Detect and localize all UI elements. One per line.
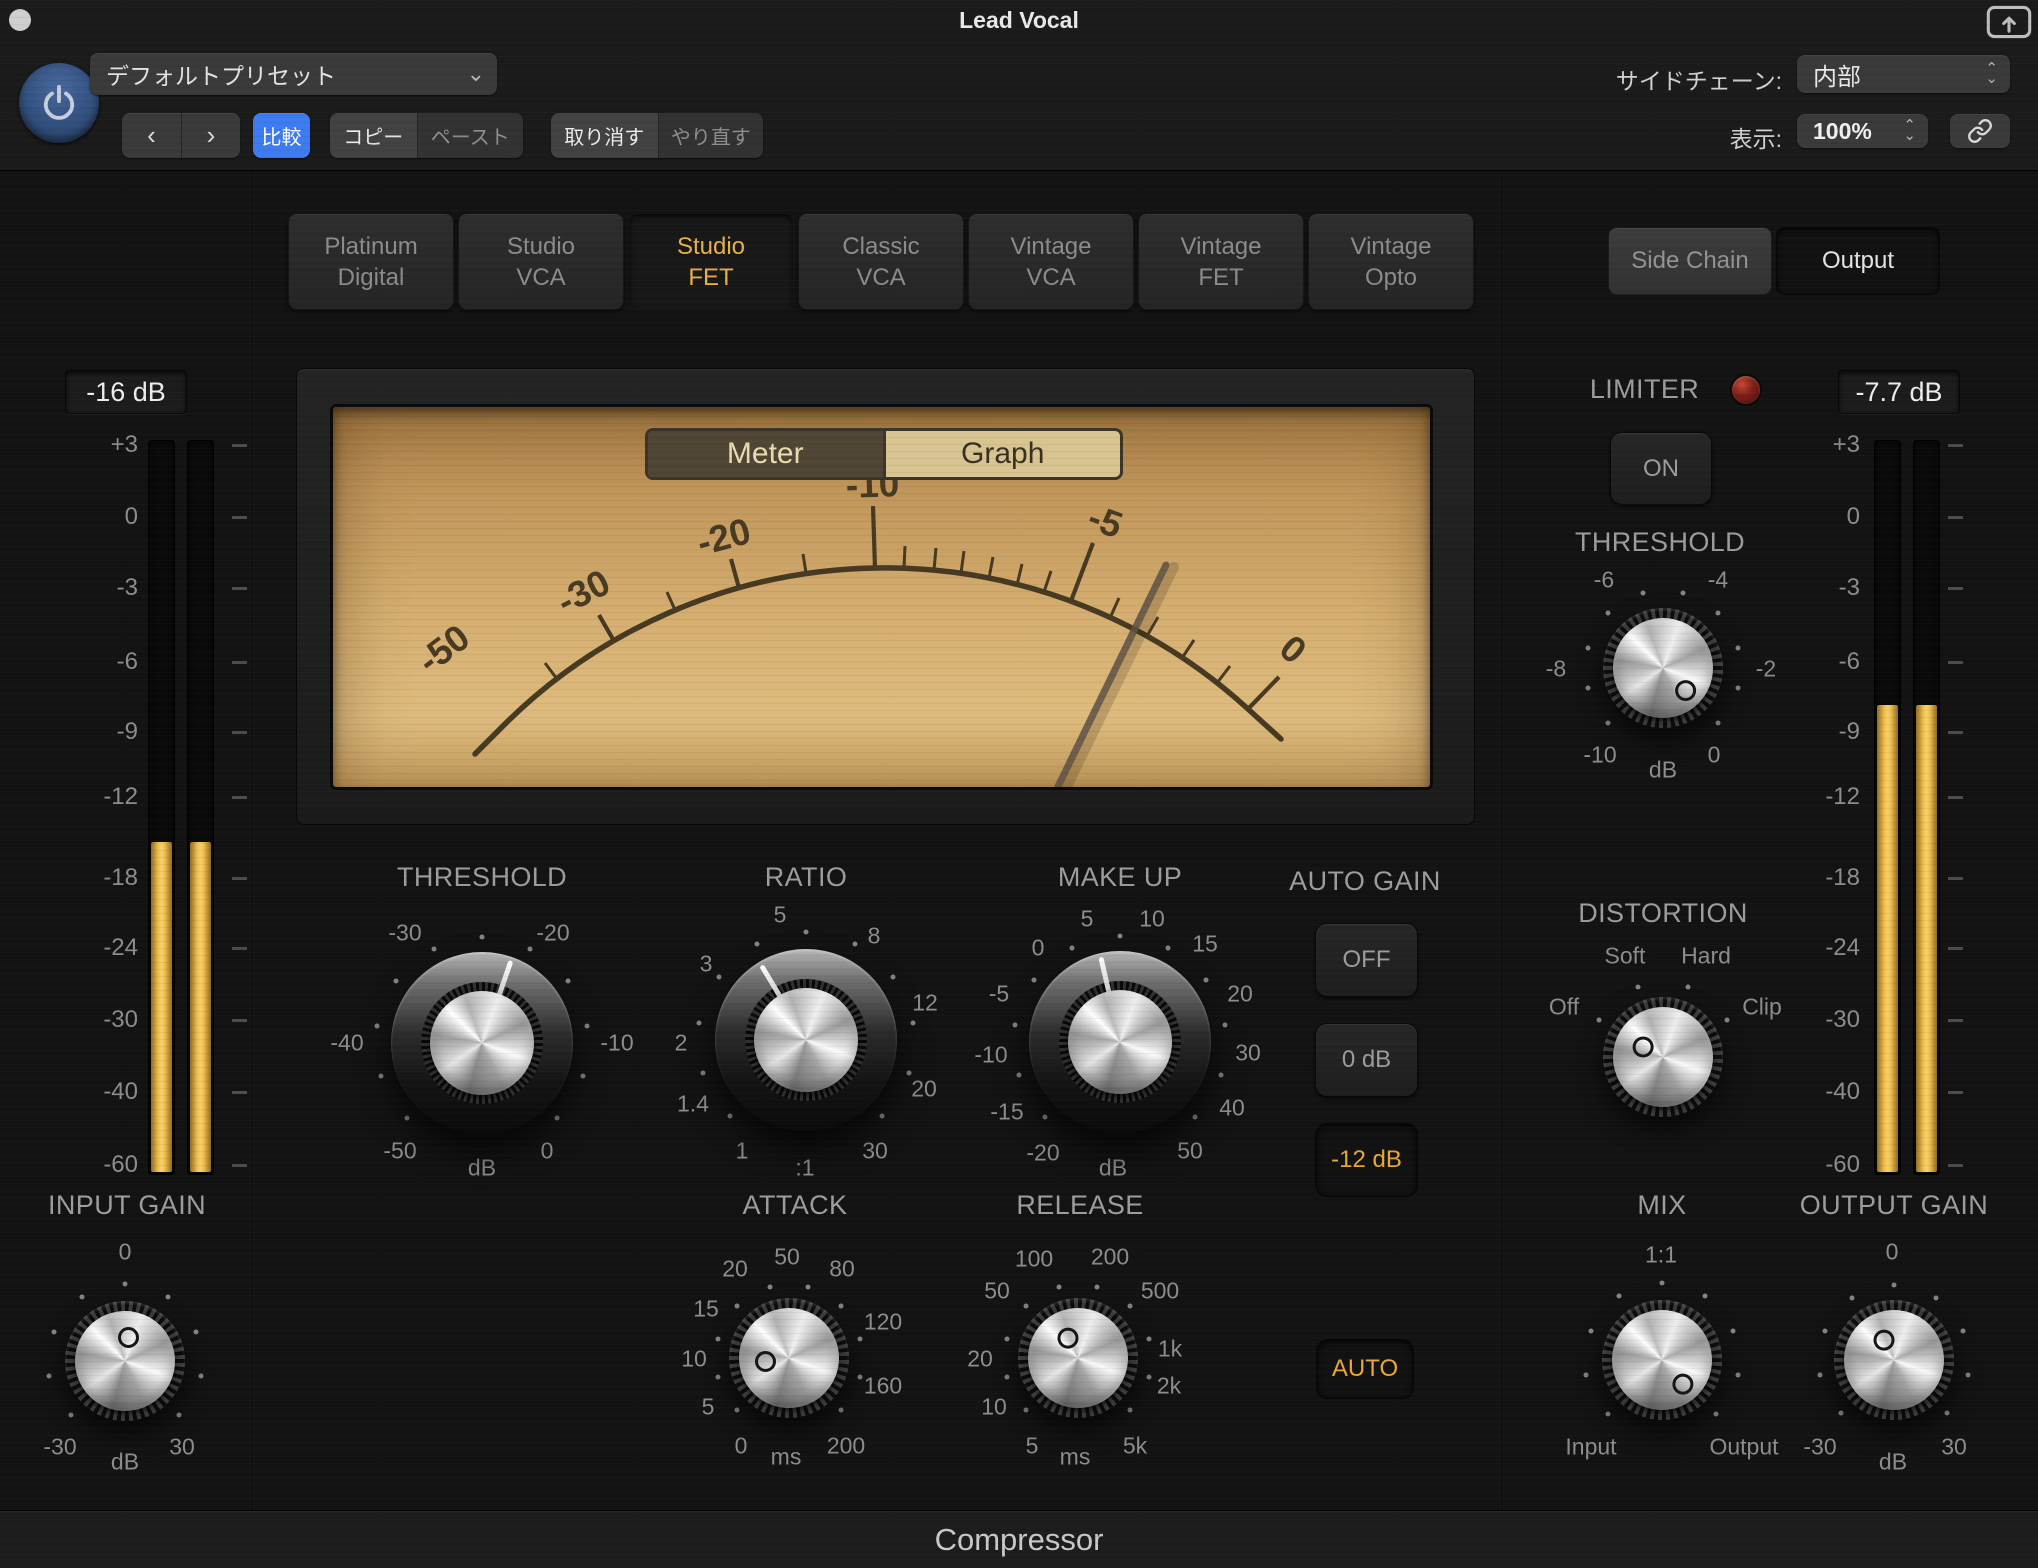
distortion-knob[interactable] [1603,997,1723,1117]
preset-value: デフォルトプリセット [106,57,336,91]
compressor-plugin-window: Lead Vocal デフォルトプリセット ⌄ ‹ › 比較 コピー ペースト [0,0,2038,1568]
svg-text:-30: -30 [550,561,616,622]
input-level-readout: -16 dB [65,370,187,414]
view-zoom-value: 100% [1813,118,1872,145]
limiter-led [1730,374,1762,406]
window-popout-icon [1986,5,2032,39]
plugin-name-bar: Compressor [0,1510,2038,1568]
preset-select[interactable]: デフォルトプリセット ⌄ [90,53,497,95]
meter-graph-toggle: Meter Graph [645,428,1123,480]
undo-redo-group: 取り消す やり直す [551,113,763,158]
output-meter-bar-left [1874,440,1901,1175]
header-bar: Lead Vocal デフォルトプリセット ⌄ ‹ › 比較 コピー ペースト [0,0,2038,171]
input-gain-knob[interactable] [65,1301,185,1421]
input-gain-title: INPUT GAIN [27,1190,227,1221]
ratio-knob[interactable] [715,949,897,1131]
undo-button[interactable]: 取り消す [551,113,658,158]
chevron-down-icon: ⌄ [467,61,485,87]
compare-button[interactable]: 比較 [253,113,310,158]
previous-preset-button[interactable]: ‹ [122,113,181,158]
attack-knob[interactable] [729,1298,849,1418]
stepper-chevrons-icon: ⌃⌄ [1903,121,1916,141]
distortion-title: DISTORTION [1563,898,1763,929]
tab-vintage-fet[interactable]: VintageFET [1138,213,1304,310]
svg-text:-50: -50 [410,617,477,682]
link-button[interactable] [1950,114,2010,148]
tab-meter[interactable]: Meter [648,431,883,477]
view-zoom-label: 表示: [1660,120,1782,154]
redo-button[interactable]: やり直す [658,113,764,158]
tab-graph[interactable]: Graph [883,431,1121,477]
copy-button[interactable]: コピー [330,113,417,158]
sidechain-value: 内部 [1813,57,1861,92]
preset-nav-group: ‹ › [122,113,240,158]
popout-window-button[interactable] [1986,5,2032,39]
plugin-power-button[interactable] [19,63,99,143]
attack-title: ATTACK [695,1190,895,1221]
svg-text:-20: -20 [693,510,755,563]
mix-knob[interactable] [1602,1300,1722,1420]
auto-gain-off-button[interactable]: OFF [1315,923,1418,997]
tab-studio-vca[interactable]: StudioVCA [458,213,624,310]
makeup-knob[interactable] [1029,951,1211,1133]
tab-studio-fet[interactable]: StudioFET [628,213,794,310]
output-gain-knob[interactable] [1834,1300,1954,1420]
mix-title: MIX [1562,1190,1762,1221]
output-meter-bar-right [1913,440,1940,1175]
panel-seam [252,170,254,1510]
view-zoom-stepper[interactable]: 100% ⌃⌄ [1797,114,1928,148]
power-icon [37,81,81,125]
sidechain-label: サイドチェーン: [1560,62,1782,96]
limiter-threshold-title: THRESHOLD [1560,527,1760,558]
auto-gain-0db-button[interactable]: 0 dB [1315,1023,1418,1097]
svg-text:0: 0 [1272,627,1314,672]
auto-gain-title: AUTO GAIN [1265,866,1465,897]
input-meter-bar-right [187,440,214,1175]
panel-seam [1502,170,1504,1510]
sidechain-select[interactable]: 内部 ⌃⌄ [1797,55,2010,93]
release-title: RELEASE [980,1190,1180,1221]
tab-platinum-digital[interactable]: PlatinumDigital [288,213,454,310]
link-icon [1967,118,1993,144]
next-preset-button[interactable]: › [181,113,240,158]
paste-button[interactable]: ペースト [417,113,523,158]
track-title: Lead Vocal [0,7,2038,34]
auto-release-button[interactable]: AUTO [1316,1339,1414,1399]
tab-vintage-opto[interactable]: VintageOpto [1308,213,1474,310]
release-knob[interactable] [1018,1298,1138,1418]
svg-text:-5: -5 [1083,496,1128,546]
threshold-knob[interactable] [391,952,573,1134]
plugin-name: Compressor [935,1522,1104,1558]
ratio-title: RATIO [706,862,906,893]
limiter-label: LIMITER [1562,374,1727,405]
tab-vintage-vca[interactable]: VintageVCA [968,213,1134,310]
auto-gain-minus12db-button[interactable]: -12 dB [1315,1123,1418,1197]
limiter-threshold-knob[interactable] [1603,608,1723,728]
output-gain-title: OUTPUT GAIN [1794,1190,1994,1221]
output-level-readout: -7.7 dB [1838,370,1960,414]
tab-classic-vca[interactable]: ClassicVCA [798,213,964,310]
threshold-title: THRESHOLD [382,862,582,893]
limiter-on-button[interactable]: ON [1610,432,1712,505]
makeup-title: MAKE UP [1020,862,1220,893]
input-meter-bar-left [148,440,175,1175]
output-view-button[interactable]: Output [1776,227,1940,295]
side-chain-view-button[interactable]: Side Chain [1608,227,1772,295]
copy-paste-group: コピー ペースト [330,113,523,158]
stepper-chevrons-icon: ⌃⌄ [1985,64,1998,84]
